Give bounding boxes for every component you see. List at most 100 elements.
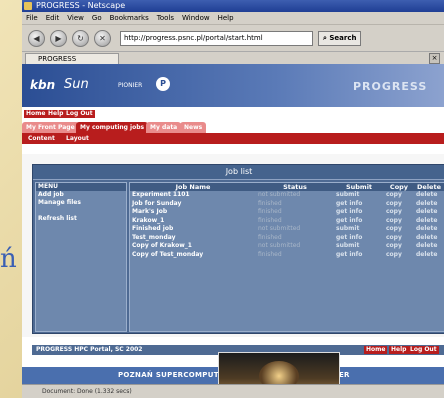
table-row: Krakow_1 finished get info copy delete bbox=[130, 217, 444, 226]
netscape-icon bbox=[24, 2, 32, 10]
job-copy-link[interactable]: copy bbox=[384, 217, 414, 226]
job-copy-link[interactable]: copy bbox=[384, 191, 414, 200]
portal-body: Job list MENU Add job Manage files Refre… bbox=[22, 154, 444, 337]
footer-home-link[interactable]: Home bbox=[364, 346, 388, 354]
job-submit-link[interactable]: submit bbox=[334, 242, 384, 251]
job-submit-link[interactable]: get info bbox=[334, 200, 384, 209]
menu-tools[interactable]: Tools bbox=[157, 12, 174, 24]
tab-my-front-page[interactable]: My Front Page bbox=[22, 122, 79, 133]
tab-news[interactable]: News bbox=[180, 122, 207, 133]
job-submit-link[interactable]: get info bbox=[334, 251, 384, 260]
stop-button[interactable]: ✕ bbox=[94, 29, 111, 47]
job-name: Copy of Test_monday bbox=[132, 250, 204, 258]
job-submit-link[interactable]: submit bbox=[334, 225, 384, 234]
col-delete: Delete bbox=[414, 183, 444, 191]
job-menu: MENU Add job Manage files Refresh list bbox=[35, 182, 127, 332]
subnav-layout[interactable]: Layout bbox=[66, 133, 89, 144]
job-name: Finished job bbox=[132, 225, 174, 232]
table-row: Experiment 1101 not submitted submit cop… bbox=[130, 191, 444, 200]
menu-edit[interactable]: Edit bbox=[46, 12, 60, 24]
reload-button[interactable]: ↻ bbox=[72, 29, 89, 47]
menu-manage-files[interactable]: Manage files bbox=[36, 199, 126, 207]
job-delete-link[interactable]: delete bbox=[414, 242, 444, 251]
search-icon: ⌕ bbox=[323, 33, 327, 42]
status-bar: Document: Done (1.332 secs) bbox=[22, 384, 444, 398]
job-name: Copy of Krakow_1 bbox=[132, 242, 192, 249]
job-copy-link[interactable]: copy bbox=[384, 208, 414, 217]
window-title: PROGRESS - Netscape bbox=[36, 1, 126, 10]
subnav-content[interactable]: Content bbox=[28, 133, 55, 144]
window-titlebar: PROGRESS - Netscape bbox=[22, 0, 444, 12]
footer-help-link[interactable]: Help bbox=[389, 346, 409, 354]
nav-logout[interactable]: Log Out bbox=[64, 110, 95, 118]
job-copy-link[interactable]: copy bbox=[384, 251, 414, 260]
job-submit-link[interactable]: get info bbox=[334, 234, 384, 243]
back-button[interactable]: ◀ bbox=[28, 29, 45, 47]
tab-my-computing-jobs[interactable]: My computing jobs bbox=[76, 122, 149, 133]
job-name: Mark's Job bbox=[132, 208, 168, 215]
url-input[interactable]: http://progress.psnc.pl/portal/start.htm… bbox=[120, 30, 313, 46]
job-delete-link[interactable]: delete bbox=[414, 200, 444, 209]
jobs-table: Job Name Status Submit Copy Delete Exper… bbox=[130, 183, 444, 259]
pionier-logo: PIONIER bbox=[118, 82, 143, 89]
portal-top-nav: Home Help Log Out bbox=[22, 107, 444, 119]
portal-footer-text: PROGRESS HPC Portal, SC 2002 bbox=[36, 346, 143, 353]
job-list-title: Job list bbox=[33, 165, 444, 180]
menu-file[interactable]: File bbox=[26, 12, 38, 24]
menu-go[interactable]: Go bbox=[92, 12, 102, 24]
job-status: not submitted bbox=[258, 225, 301, 232]
portal-header: kbn Sun PIONIER P PROGRESS bbox=[22, 64, 444, 107]
kbn-logo: kbn bbox=[30, 78, 56, 92]
col-copy: Copy bbox=[384, 183, 414, 191]
job-menu-title: MENU bbox=[36, 183, 126, 191]
table-row: Finished job not submitted submit copy d… bbox=[130, 225, 444, 234]
jobs-table-panel: Job Name Status Submit Copy Delete Exper… bbox=[129, 182, 444, 332]
job-delete-link[interactable]: delete bbox=[414, 217, 444, 226]
job-name: Test_monday bbox=[132, 233, 176, 241]
col-job-name: Job Name bbox=[130, 183, 256, 191]
job-delete-link[interactable]: delete bbox=[414, 208, 444, 217]
forward-button[interactable]: ▶ bbox=[50, 29, 67, 47]
close-tab-icon[interactable]: × bbox=[429, 53, 440, 64]
browser-window: PROGRESS - Netscape File Edit View Go Bo… bbox=[22, 0, 444, 398]
menu-spacer bbox=[36, 207, 126, 215]
portal-brand: PROGRESS bbox=[353, 80, 428, 93]
menu-add-job[interactable]: Add job bbox=[36, 191, 126, 199]
menu-view[interactable]: View bbox=[67, 12, 84, 24]
table-row: Job for Sunday finished get info copy de… bbox=[130, 200, 444, 209]
table-row: Mark's Job finished get info copy delete bbox=[130, 208, 444, 217]
job-submit-link[interactable]: submit bbox=[334, 191, 384, 200]
job-name: Job for Sunday bbox=[132, 199, 182, 207]
job-name: Krakow_1 bbox=[132, 216, 165, 224]
job-delete-link[interactable]: delete bbox=[414, 191, 444, 200]
job-delete-link[interactable]: delete bbox=[414, 234, 444, 243]
col-status: Status bbox=[256, 183, 334, 191]
job-delete-link[interactable]: delete bbox=[414, 251, 444, 260]
footer-logout-link[interactable]: Log Out bbox=[408, 346, 439, 354]
job-delete-link[interactable]: delete bbox=[414, 225, 444, 234]
job-status: not submitted bbox=[258, 191, 301, 198]
job-copy-link[interactable]: copy bbox=[384, 200, 414, 209]
job-copy-link[interactable]: copy bbox=[384, 242, 414, 251]
menu-window[interactable]: Window bbox=[182, 12, 210, 24]
browser-tab-label: PROGRESS bbox=[38, 55, 77, 63]
nav-home[interactable]: Home bbox=[24, 110, 48, 118]
menu-bar: File Edit View Go Bookmarks Tools Window… bbox=[22, 12, 444, 25]
job-submit-link[interactable]: get info bbox=[334, 217, 384, 226]
job-name: Experiment 1101 bbox=[132, 191, 190, 198]
job-list-panel: Job list MENU Add job Manage files Refre… bbox=[32, 164, 444, 334]
menu-help[interactable]: Help bbox=[218, 12, 234, 24]
menu-refresh-list[interactable]: Refresh list bbox=[36, 215, 126, 223]
status-text: Document: Done (1.332 secs) bbox=[42, 388, 132, 395]
job-submit-link[interactable]: get info bbox=[334, 208, 384, 217]
job-copy-link[interactable]: copy bbox=[384, 234, 414, 243]
job-status: finished bbox=[258, 199, 282, 207]
menu-bookmarks[interactable]: Bookmarks bbox=[110, 12, 149, 24]
tab-my-data[interactable]: My data bbox=[146, 122, 182, 133]
job-status: finished bbox=[258, 233, 282, 241]
sun-logo: Sun bbox=[64, 77, 89, 92]
nav-help[interactable]: Help bbox=[46, 110, 66, 118]
jobs-header-row: Job Name Status Submit Copy Delete bbox=[130, 183, 444, 191]
search-button[interactable]: ⌕ Search bbox=[318, 30, 362, 46]
job-copy-link[interactable]: copy bbox=[384, 225, 414, 234]
